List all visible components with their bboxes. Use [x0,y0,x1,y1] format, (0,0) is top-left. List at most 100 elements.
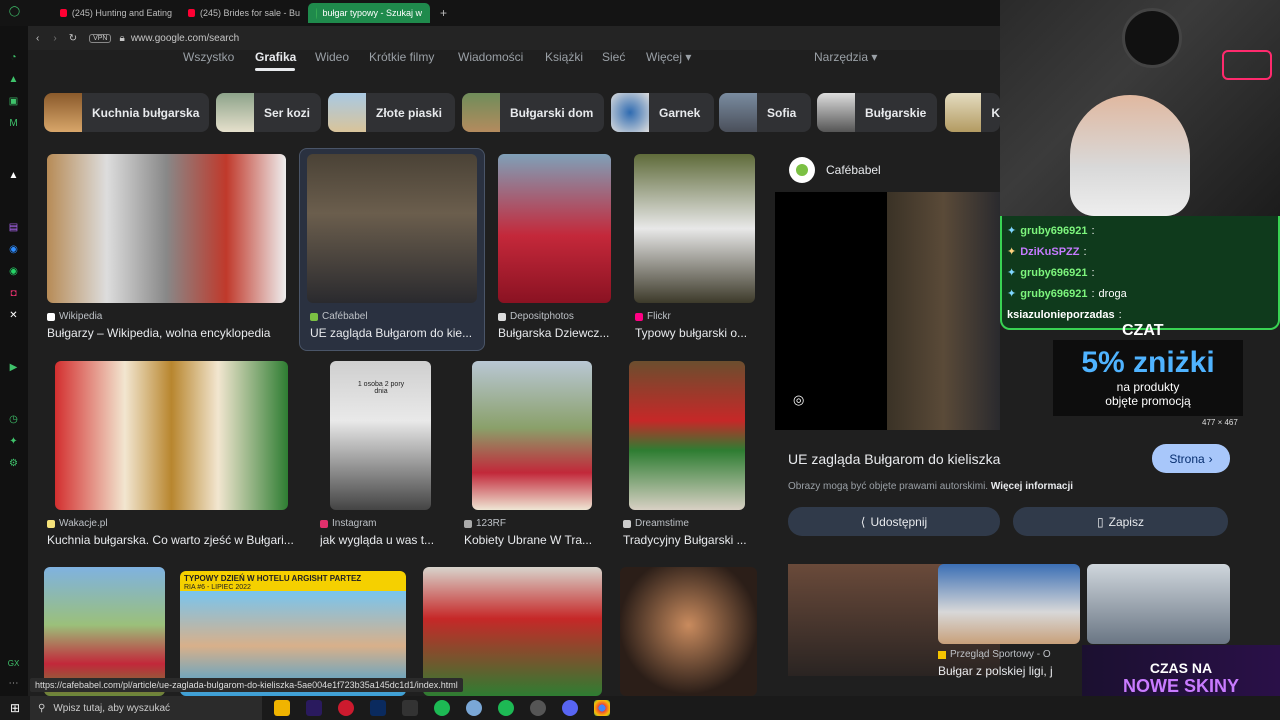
twitch-icon[interactable]: ▤ [7,221,20,234]
result-image-dreamstime[interactable] [629,361,745,510]
after-effects-icon[interactable] [306,700,322,716]
chip-ser-kozi[interactable]: Ser kozi [216,93,321,132]
result-image-wakacje[interactable] [55,361,288,510]
gx-icon[interactable]: GX [7,657,20,670]
history-icon[interactable]: ◷ [7,413,20,426]
back-icon[interactable]: ‹ [36,33,39,44]
chip-garnek[interactable]: Garnek [611,93,714,132]
tab-wiadomosci[interactable]: Wiadomości [458,50,523,64]
chip-thumbnail [44,93,82,132]
opera-gx-icon[interactable] [338,700,354,716]
photoshop-icon[interactable] [370,700,386,716]
result-image-123rf[interactable] [472,361,592,510]
result-title[interactable]: jak wygląda u was t... [320,533,442,547]
panel-source[interactable]: Cafébabel [826,163,881,177]
save-label: Zapisz [1108,514,1144,529]
related-title[interactable]: Bułgar z polskiej ligi, j [938,664,1053,678]
result-title[interactable]: Bułgarzy – Wikipedia, wolna encyklopedia [47,326,286,340]
player-icon[interactable]: ▶ [7,361,20,374]
tab-wiecej[interactable]: Więcej ▾ [646,50,691,64]
banner-sub: RIA #6 - LIPIEC 2022 [184,584,251,591]
dropdown-icon: ▾ [871,50,878,64]
result-image-row3-1[interactable] [44,567,165,696]
result-title[interactable]: Typowy bułgarski o... [635,326,753,340]
related-source-label: Przegląd Sportowy - O [950,649,1051,660]
visit-page-button[interactable]: Strona › [1152,444,1230,473]
more-icon[interactable]: ⋯ [7,677,20,690]
tab-siec[interactable]: Sieć [602,50,625,64]
result-image-depositphotos[interactable] [498,154,611,303]
preview-image[interactable] [887,192,1000,430]
more-info-link[interactable]: Więcej informacji [991,481,1073,492]
panel-title[interactable]: UE zagląda Bułgarom do kieliszka [788,451,1000,467]
tab-label: (245) Hunting and Eating [71,8,172,18]
chip-kuchnia[interactable]: Kuchnia bułgarska [44,93,209,132]
new-tab-button[interactable]: + [432,3,452,23]
instagram-icon[interactable]: ◘ [7,287,20,300]
related-image-3[interactable] [1087,564,1230,644]
m-icon[interactable]: M [7,117,20,130]
result-image-row3-3[interactable] [423,567,602,696]
chrome-icon[interactable] [594,700,610,716]
taskbar-search[interactable]: ⚲ Wpisz tutaj, aby wyszukać [30,696,262,720]
address-bar: ‹ › ↻ VPN 🔒︎ www.google.com/search [28,26,1000,50]
chip-k[interactable]: K [945,93,1000,132]
chip-zlote-piaski[interactable]: Złote piaski [328,93,455,132]
share-button[interactable]: ⟨ Udostępnij [788,507,1000,536]
tab-wszystko[interactable]: Wszystko [183,50,234,64]
speed-dial-icon[interactable]: ◔ [7,51,20,64]
result-image-cafebabel[interactable] [307,154,477,303]
chip-bulgarskie[interactable]: Bułgarskie [817,93,937,132]
windows-start-icon[interactable]: ⊞ [0,701,30,715]
workspaces-icon[interactable]: ▣ [7,95,20,108]
result-title[interactable]: Kuchnia bułgarska. Co warto zjeść w Bułg… [47,533,299,547]
save-button[interactable]: ▯ Zapisz [1013,507,1228,536]
chip-thumbnail [216,93,254,132]
result-source: Wikipedia [47,311,102,322]
x-twitter-icon[interactable]: ✕ [7,309,20,322]
chip-sofia[interactable]: Sofia [719,93,811,132]
badge-icon: ✦ [1007,225,1017,237]
lens-icon[interactable]: ◎ [793,392,804,408]
vpn-badge[interactable]: VPN [89,33,112,43]
tab-google[interactable]: bułgar typowy - Szukaj w [308,3,430,23]
discord-icon[interactable] [562,700,578,716]
opera-logo-icon[interactable]: ◯ [8,5,21,18]
chip-thumbnail [945,93,982,132]
result-title[interactable]: Kobiety Ubrane W Tra... [464,533,596,547]
messenger-icon[interactable]: ◉ [7,243,20,256]
file-explorer-icon[interactable] [274,700,290,716]
result-image-instagram[interactable]: 1 osoba 2 pory dnia [330,361,431,510]
ccleaner-icon[interactable] [466,700,482,716]
result-image-wikipedia[interactable] [47,154,286,303]
spotify-2-icon[interactable] [498,700,514,716]
tab-brides[interactable]: (245) Brides for sale - Bu [180,3,308,23]
aria-ai-icon[interactable]: ▲ [7,169,20,182]
spotify-icon[interactable] [434,700,450,716]
tab-wideo[interactable]: Wideo [315,50,349,64]
whatsapp-icon[interactable]: ◉ [7,265,20,278]
result-title[interactable]: Tradycyjny Bułgarski ... [623,533,751,547]
tab-ksiazki[interactable]: Książki [545,50,583,64]
settings-gear-icon[interactable]: ⚙ [7,457,20,470]
aria-icon[interactable]: ▲ [7,73,20,86]
result-image-row3-4[interactable] [620,567,757,696]
forward-icon[interactable]: › [53,33,56,44]
reload-icon[interactable]: ↻ [69,33,77,44]
extensions-icon[interactable]: ✦ [7,435,20,448]
tab-krotkie-filmy[interactable]: Krótkie filmy [369,50,434,64]
result-title[interactable]: UE zagląda Bułgarom do kie... [310,326,476,340]
result-image-flickr[interactable] [634,154,755,303]
tab-hunting[interactable]: (245) Hunting and Eating [52,3,180,23]
obs-icon[interactable] [530,700,546,716]
chip-bulgarski-dom[interactable]: Bułgarski dom [462,93,604,132]
url-field[interactable]: www.google.com/search [131,33,239,44]
live-app-icon[interactable] [402,700,418,716]
chip-label: Garnek [659,105,701,120]
tab-grafika[interactable]: Grafika [255,50,296,64]
search-icon: ⚲ [38,702,46,714]
status-url: https://cafebabel.com/pl/article/ue-zagl… [30,678,463,692]
tools-button[interactable]: Narzędzia ▾ [814,50,877,64]
result-title[interactable]: Bułgarska Dziewcz... [498,326,613,340]
related-image-2[interactable] [938,564,1080,644]
